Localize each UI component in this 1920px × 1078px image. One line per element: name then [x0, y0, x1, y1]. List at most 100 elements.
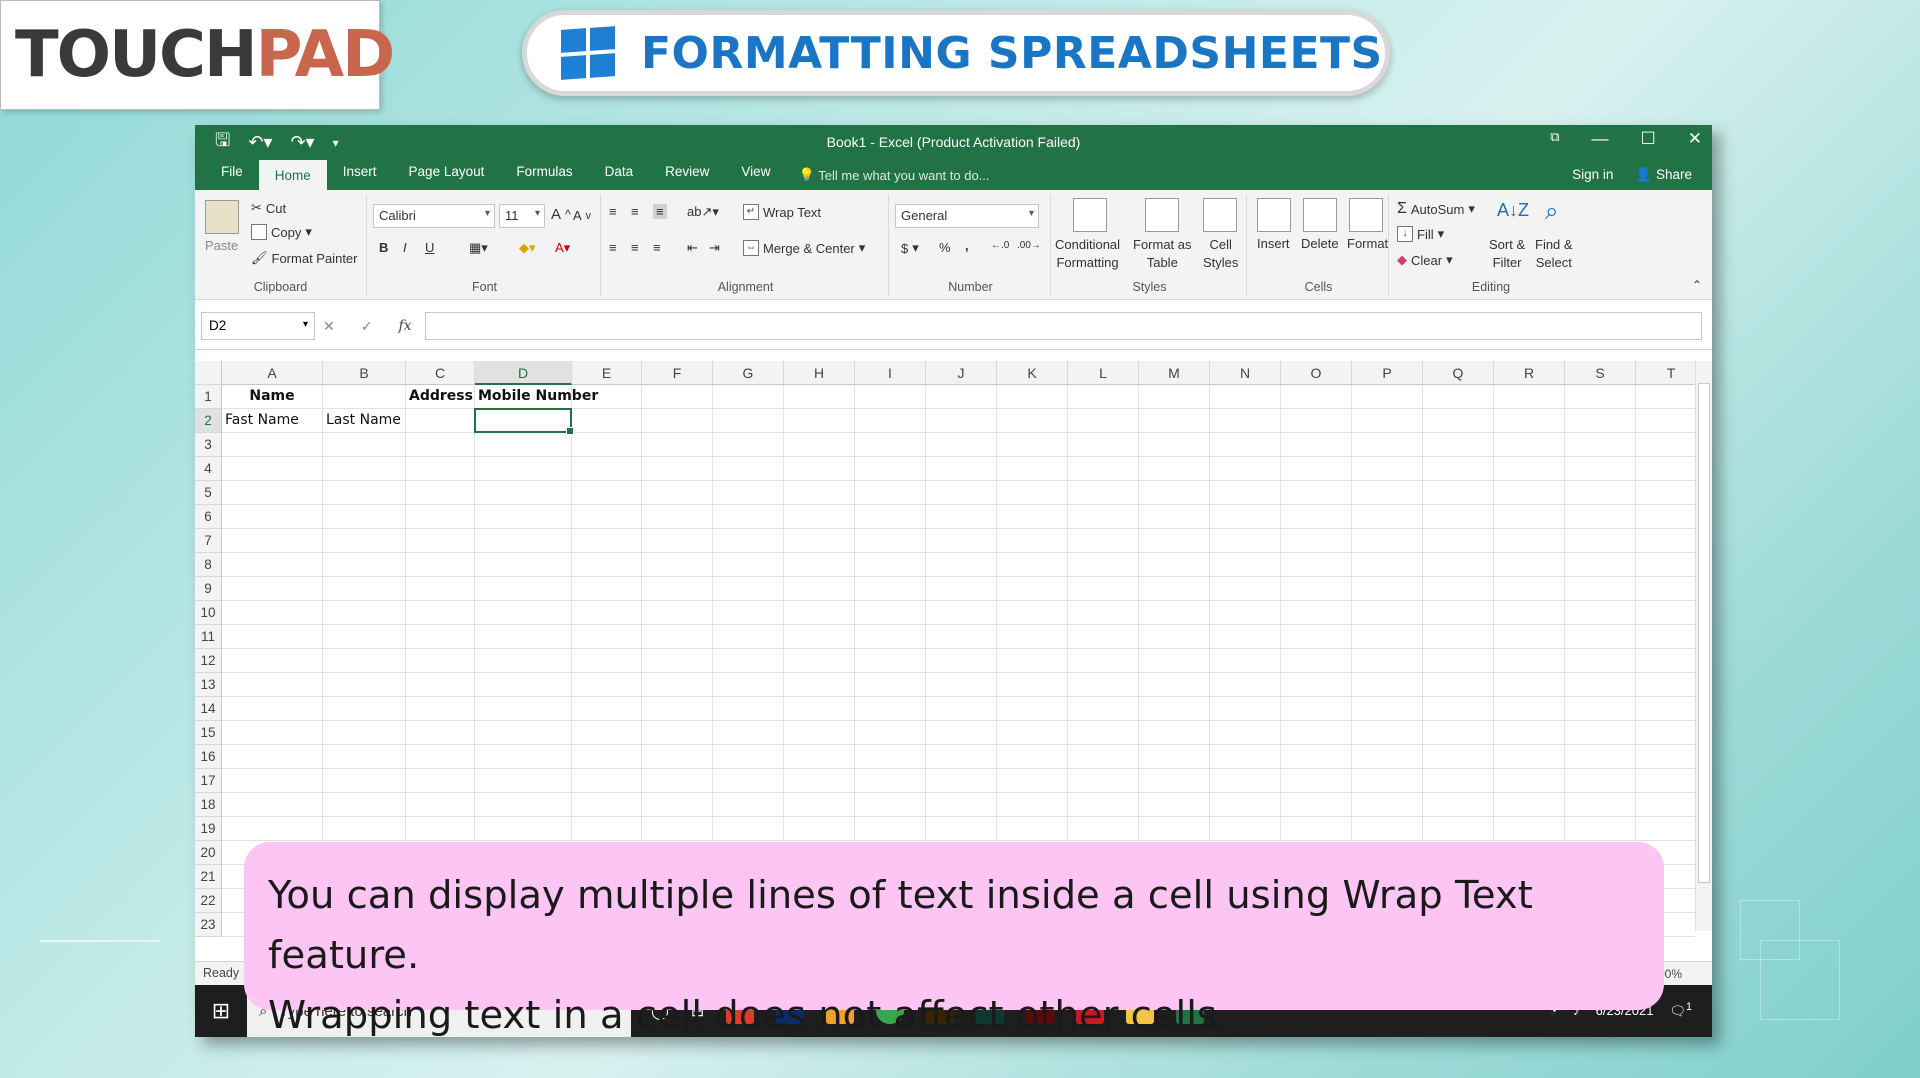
cell-l4[interactable]	[1068, 457, 1139, 481]
cell-j12[interactable]	[926, 649, 997, 673]
cell-r12[interactable]	[1494, 649, 1565, 673]
cell-e3[interactable]	[572, 433, 642, 457]
cell-n8[interactable]	[1210, 553, 1281, 577]
cell-n14[interactable]	[1210, 697, 1281, 721]
cell-h1[interactable]	[784, 385, 855, 409]
cell-b9[interactable]	[323, 577, 406, 601]
cell-m6[interactable]	[1139, 505, 1210, 529]
cell-c15[interactable]	[406, 721, 475, 745]
tab-page-layout[interactable]: Page Layout	[393, 160, 501, 190]
cell-s16[interactable]	[1565, 745, 1636, 769]
cell-o16[interactable]	[1281, 745, 1352, 769]
cell-m1[interactable]	[1139, 385, 1210, 409]
cell-o7[interactable]	[1281, 529, 1352, 553]
cell-n1[interactable]	[1210, 385, 1281, 409]
cell-q5[interactable]	[1423, 481, 1494, 505]
cell-k12[interactable]	[997, 649, 1068, 673]
cell-i3[interactable]	[855, 433, 926, 457]
cell-f12[interactable]	[642, 649, 713, 673]
cell-t14[interactable]	[1636, 697, 1695, 721]
cell-l1[interactable]	[1068, 385, 1139, 409]
cell-b16[interactable]	[323, 745, 406, 769]
cell-h17[interactable]	[784, 769, 855, 793]
column-header-g[interactable]: G	[713, 361, 784, 385]
row-header-8[interactable]: 8	[195, 553, 222, 577]
cell-d17[interactable]	[475, 769, 572, 793]
cell-n4[interactable]	[1210, 457, 1281, 481]
cell-n11[interactable]	[1210, 625, 1281, 649]
magnifier-icon[interactable]: ⌕	[1545, 198, 1558, 226]
borders-icon[interactable]: ▦▾	[469, 240, 488, 256]
cell-p4[interactable]	[1352, 457, 1423, 481]
cell-s17[interactable]	[1565, 769, 1636, 793]
cell-l11[interactable]	[1068, 625, 1139, 649]
cell-j18[interactable]	[926, 793, 997, 817]
enter-icon[interactable]: ✓	[361, 318, 373, 335]
cell-g11[interactable]	[713, 625, 784, 649]
cell-h9[interactable]	[784, 577, 855, 601]
paste-button[interactable]: Paste	[205, 238, 238, 253]
row-header-7[interactable]: 7	[195, 529, 222, 553]
cell-d9[interactable]	[475, 577, 572, 601]
cell-g9[interactable]	[713, 577, 784, 601]
cell-l17[interactable]	[1068, 769, 1139, 793]
row-header-5[interactable]: 5	[195, 481, 222, 505]
cell-e11[interactable]	[572, 625, 642, 649]
cell-h16[interactable]	[784, 745, 855, 769]
cell-p1[interactable]	[1352, 385, 1423, 409]
bold-button[interactable]: B	[379, 240, 388, 255]
underline-button[interactable]: U	[425, 240, 434, 255]
cell-k6[interactable]	[997, 505, 1068, 529]
cell-m19[interactable]	[1139, 817, 1210, 841]
cell-q14[interactable]	[1423, 697, 1494, 721]
row-header-1[interactable]: 1	[195, 385, 222, 409]
cell-r7[interactable]	[1494, 529, 1565, 553]
cell-f19[interactable]	[642, 817, 713, 841]
cell-k11[interactable]	[997, 625, 1068, 649]
cell-q11[interactable]	[1423, 625, 1494, 649]
cell-i6[interactable]	[855, 505, 926, 529]
format-cells-button[interactable]: Format	[1347, 236, 1388, 251]
cell-p19[interactable]	[1352, 817, 1423, 841]
cell-n3[interactable]	[1210, 433, 1281, 457]
percent-button[interactable]: %	[939, 240, 951, 255]
cell-s11[interactable]	[1565, 625, 1636, 649]
column-header-s[interactable]: S	[1565, 361, 1636, 385]
cell-f5[interactable]	[642, 481, 713, 505]
cell-h11[interactable]	[784, 625, 855, 649]
cell-a13[interactable]	[222, 673, 323, 697]
cell-r5[interactable]	[1494, 481, 1565, 505]
column-header-k[interactable]: K	[997, 361, 1068, 385]
cell-e10[interactable]	[572, 601, 642, 625]
cell-l2[interactable]	[1068, 409, 1139, 433]
cell-d19[interactable]	[475, 817, 572, 841]
cell-r2[interactable]	[1494, 409, 1565, 433]
cell-c14[interactable]	[406, 697, 475, 721]
cell-r6[interactable]	[1494, 505, 1565, 529]
row-header-16[interactable]: 16	[195, 745, 222, 769]
cell-c6[interactable]	[406, 505, 475, 529]
cell-d1[interactable]: Mobile Number	[475, 385, 598, 409]
cell-styles-button[interactable]: Cell Styles	[1203, 236, 1238, 272]
top-align-icon[interactable]: ≡	[609, 204, 617, 219]
cell-s15[interactable]	[1565, 721, 1636, 745]
cell-o14[interactable]	[1281, 697, 1352, 721]
maximize-icon[interactable]: ☐	[1641, 129, 1656, 149]
save-icon[interactable]: 🖫	[215, 128, 230, 158]
align-center-icon[interactable]: ≡	[631, 240, 639, 255]
cell-s2[interactable]	[1565, 409, 1636, 433]
cell-e17[interactable]	[572, 769, 642, 793]
align-left-icon[interactable]: ≡	[609, 240, 617, 255]
cell-n6[interactable]	[1210, 505, 1281, 529]
cell-a15[interactable]	[222, 721, 323, 745]
cell-q10[interactable]	[1423, 601, 1494, 625]
cell-r19[interactable]	[1494, 817, 1565, 841]
row-header-2[interactable]: 2	[195, 409, 222, 433]
cell-j2[interactable]	[926, 409, 997, 433]
row-header-17[interactable]: 17	[195, 769, 222, 793]
font-family-select[interactable]: Calibri	[373, 204, 495, 228]
cell-n5[interactable]	[1210, 481, 1281, 505]
cell-s18[interactable]	[1565, 793, 1636, 817]
cell-a16[interactable]	[222, 745, 323, 769]
cell-a19[interactable]	[222, 817, 323, 841]
